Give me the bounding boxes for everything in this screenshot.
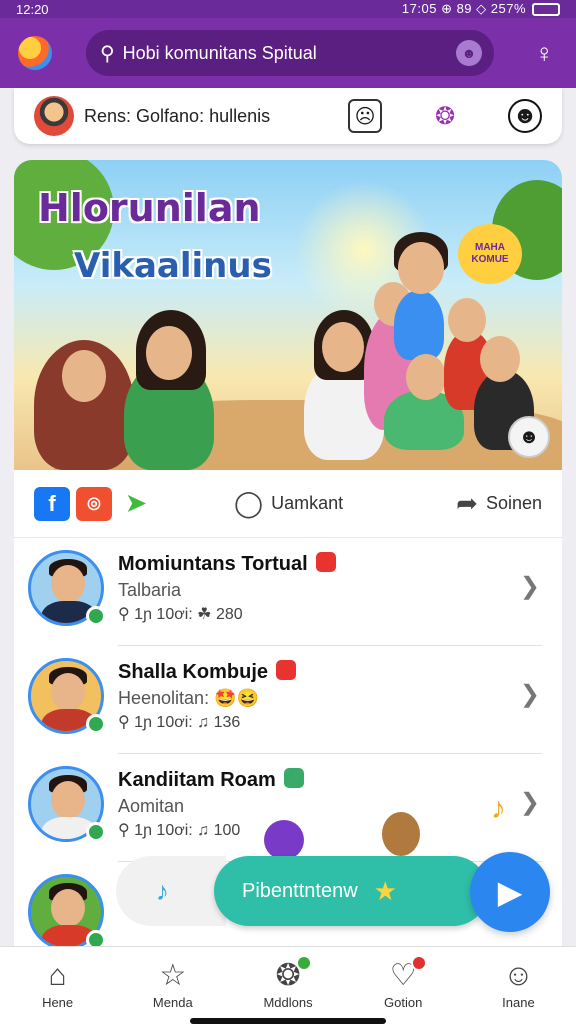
create-post-button[interactable]: Pibenttntenw ★ <box>214 856 488 926</box>
online-status-icon <box>86 714 106 734</box>
list-item-subtitle: Talbaria <box>118 580 182 600</box>
status-indicators: 17:05 ⊕ 89 ◇ 257% <box>402 1 560 17</box>
mic-icon[interactable]: ☻ <box>456 40 482 66</box>
person-head <box>406 354 446 400</box>
badge-icon <box>283 768 304 788</box>
nav-members[interactable]: ☆ Menda <box>115 947 230 1024</box>
chevron-right-icon[interactable]: ❯ <box>520 680 540 709</box>
person-illustration <box>394 290 444 360</box>
location-pin-icon: ⚲ <box>118 606 130 623</box>
app-logo-icon[interactable] <box>18 36 52 70</box>
list-item-title: Momiuntans Tortual <box>118 552 336 576</box>
ghost-icon[interactable]: ☻ <box>508 416 550 458</box>
list-item[interactable]: Momiuntans Tortual Talbaria ⚲ 1ɲ 10ơi: ☘… <box>14 538 562 646</box>
swirl-icon[interactable]: ❂ <box>428 99 462 133</box>
status-bar: 12:20 17:05 ⊕ 89 ◇ 257% <box>0 0 576 18</box>
list-item-meta: ⚲ 1ɲ 10ơi: ☘ 280 <box>118 606 243 623</box>
hero-subtitle: Vikaalinus <box>74 246 272 286</box>
status-time: 12:20 <box>16 1 49 17</box>
badge-icon <box>315 552 336 572</box>
notification-dot <box>295 955 312 971</box>
person-head <box>62 350 106 402</box>
list-item-subtitle: Aomitan <box>118 796 185 816</box>
hero-banner[interactable]: Hlorunilan Vikaalinus MAHA KOMUE ☻ <box>14 160 562 470</box>
speech-bubble: MAHA KOMUE <box>458 224 522 284</box>
send-button[interactable]: ▶ <box>470 852 550 932</box>
nav-profile[interactable]: ☺ Inane <box>461 947 576 1024</box>
avatar[interactable] <box>34 96 74 136</box>
share-label: Soinen <box>485 493 542 513</box>
chevron-right-icon[interactable]: ❯ <box>520 572 540 601</box>
list-item-title: Kandiitam Roam <box>118 768 304 792</box>
person-icon[interactable]: ♀ <box>535 38 555 69</box>
list-item[interactable]: Shalla Kombuje Heenolitan: 🤩😆 ⚲ 1ɲ 10ơi:… <box>14 646 562 754</box>
share-button[interactable]: ➦ Soinen <box>456 488 542 519</box>
person-head <box>322 322 364 372</box>
location-pin-icon: ⚲ <box>118 714 130 731</box>
share-icon: ➦ <box>456 488 478 518</box>
hero-title: Hlorunilan <box>38 186 261 230</box>
app-header: ⚲ Hobi komunitans Spitual ☻ ♀ <box>0 18 576 88</box>
battery-icon <box>532 3 560 17</box>
music-note-icon[interactable]: ♪ <box>116 856 226 926</box>
facebook-icon[interactable]: f <box>34 486 70 521</box>
bottom-navigation: ⌂ Hene ☆ Menda ❂ Mddlons ♡ Gotion ☺ Inan… <box>0 946 576 1024</box>
search-icon: ⚲ <box>100 42 115 65</box>
notification-dot <box>410 955 427 971</box>
play-arrow-icon: ▶ <box>497 874 523 910</box>
list-item-meta: ⚲ 1ɲ 10ơi: ♫ 100 <box>118 822 241 839</box>
story-caption: Rens: Golfano: hullenis <box>84 105 271 126</box>
bear-mascot-icon <box>382 812 420 856</box>
list-item-title: Shalla Kombuje <box>118 660 297 684</box>
online-status-icon <box>86 606 106 626</box>
person-head <box>480 336 520 382</box>
person-icon: ☺ <box>503 959 534 992</box>
nav-favorites[interactable]: ♡ Gotion <box>346 947 461 1024</box>
online-status-icon <box>86 822 106 842</box>
story-card: Rens: Golfano: hullenis ☹ ❂ ☻ <box>14 88 562 144</box>
action-bar: f ◎ ➤ ◯ Uamkant ➦ Soinen <box>14 470 562 538</box>
comment-label: Uamkant <box>271 493 344 513</box>
music-note-icon: ♪ <box>491 792 506 825</box>
create-post-label: Pibenttntenw <box>242 879 358 902</box>
sad-face-icon[interactable]: ☹ <box>348 99 382 133</box>
send-plane-icon[interactable]: ➤ <box>118 487 154 521</box>
list-item-subtitle: Heenolitan: 🤩😆 <box>118 688 259 708</box>
person-head <box>398 242 444 294</box>
location-pin-icon: ⚲ <box>118 822 130 839</box>
person-head <box>448 298 486 342</box>
home-indicator <box>190 1018 386 1024</box>
home-icon: ⌂ <box>48 959 67 992</box>
chevron-right-icon[interactable]: ❯ <box>520 788 540 817</box>
nav-modules[interactable]: ❂ Mddlons <box>230 947 345 1024</box>
star-icon: ★ <box>373 875 397 906</box>
emoji-icon[interactable]: ☻ <box>508 99 542 133</box>
comment-button[interactable]: ◯ Uamkant <box>234 488 343 519</box>
list-item-meta: ⚲ 1ɲ 10ơi: ♫ 136 <box>118 714 241 731</box>
badge-icon <box>276 660 297 680</box>
search-input[interactable]: Hobi komunitans Spitual <box>123 43 317 64</box>
search-bar[interactable]: ⚲ Hobi komunitans Spitual ☻ <box>86 30 494 76</box>
nav-home[interactable]: ⌂ Hene <box>0 947 115 1024</box>
person-head <box>146 326 192 380</box>
star-icon: ☆ <box>159 959 187 992</box>
comment-icon: ◯ <box>234 488 264 518</box>
mascot-icon <box>264 820 304 860</box>
instagram-icon[interactable]: ◎ <box>76 486 112 521</box>
